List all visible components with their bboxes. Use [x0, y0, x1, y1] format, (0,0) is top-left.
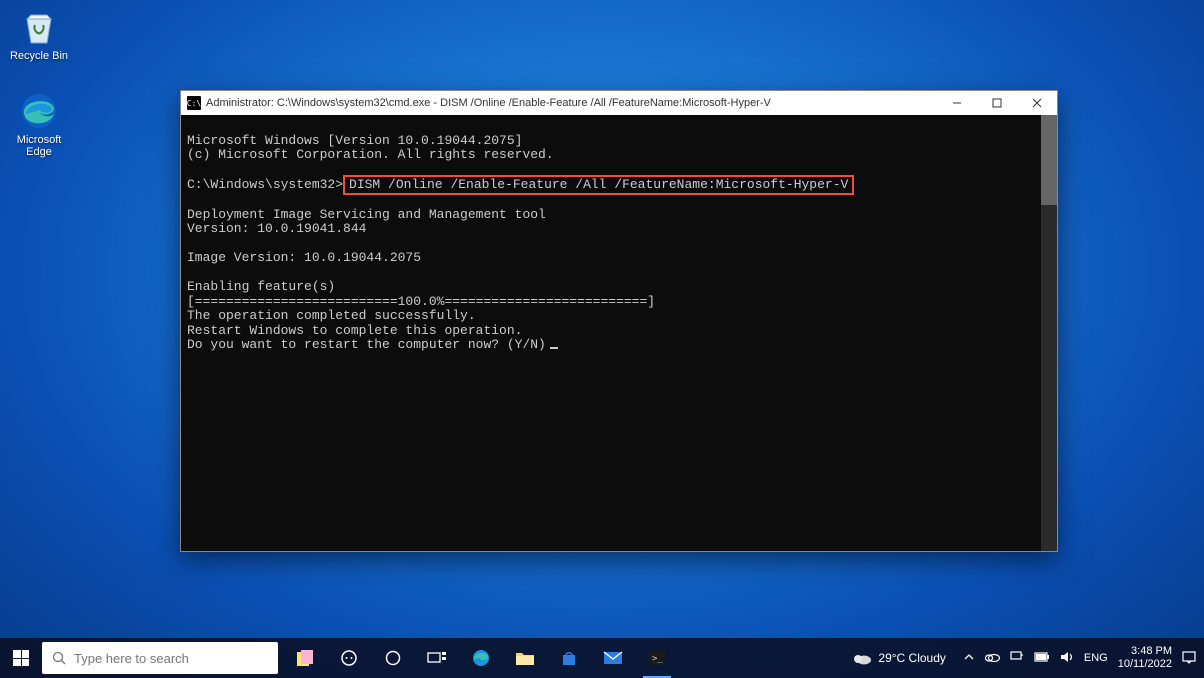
terminal-body[interactable]: Microsoft Windows [Version 10.0.19044.20… — [181, 115, 1057, 551]
desktop-icon-label: Microsoft Edge — [4, 134, 74, 158]
tray-volume-icon[interactable] — [1060, 651, 1074, 666]
recycle-bin-icon — [18, 6, 60, 48]
tray-language-icon[interactable]: ENG — [1084, 652, 1108, 664]
taskbar-search[interactable]: Type here to search — [42, 642, 278, 674]
tray-onedrive-icon[interactable] — [984, 651, 1000, 666]
highlighted-command: DISM /Online /Enable-Feature /All /Featu… — [343, 175, 854, 195]
terminal-prompt: C:\Windows\system32> — [187, 177, 343, 192]
terminal-line: Restart Windows to complete this operati… — [187, 323, 522, 338]
terminal-line: [==========================100.0%=======… — [187, 294, 655, 309]
terminal-line: Microsoft Windows [Version 10.0.19044.20… — [187, 133, 522, 148]
terminal-line: Enabling feature(s) — [187, 279, 335, 294]
terminal-line: (c) Microsoft Corporation. All rights re… — [187, 147, 554, 162]
system-tray: ENG 3:48 PM 10/11/2022 — [956, 645, 1204, 670]
clock-time: 3:48 PM — [1118, 645, 1172, 658]
taskbar-weather[interactable]: 29°C Cloudy — [852, 650, 946, 666]
taskbar-clock[interactable]: 3:48 PM 10/11/2022 — [1118, 645, 1172, 670]
terminal-line: Image Version: 10.0.19044.2075 — [187, 250, 421, 265]
taskbar: Type here to search >_ — [0, 638, 1204, 678]
taskbar-app-cortana[interactable] — [372, 638, 414, 678]
desktop-icon-label: Recycle Bin — [4, 50, 74, 62]
tray-chevron-up-icon[interactable] — [964, 652, 974, 665]
scrollbar-thumb[interactable] — [1041, 115, 1057, 205]
terminal-line: The operation completed successfully. — [187, 308, 476, 323]
terminal-line: Version: 10.0.19041.844 — [187, 221, 366, 236]
cmd-window[interactable]: C:\ Administrator: C:\Windows\system32\c… — [180, 90, 1058, 552]
taskbar-app-mail[interactable] — [592, 638, 634, 678]
desktop-icon-recycle-bin[interactable]: Recycle Bin — [4, 6, 74, 62]
tray-network-icon[interactable] — [1010, 651, 1024, 666]
start-button[interactable] — [0, 638, 42, 678]
cmd-icon: C:\ — [187, 96, 201, 110]
weather-icon — [852, 650, 872, 666]
desktop-icon-edge[interactable]: Microsoft Edge — [4, 90, 74, 158]
terminal-scrollbar[interactable] — [1041, 115, 1057, 551]
taskbar-app-edge[interactable] — [460, 638, 502, 678]
close-button[interactable] — [1017, 91, 1057, 115]
taskbar-app-taskview[interactable] — [416, 638, 458, 678]
weather-text: 29°C Cloudy — [878, 651, 946, 665]
search-placeholder: Type here to search — [74, 651, 189, 666]
window-title: Administrator: C:\Windows\system32\cmd.e… — [206, 97, 771, 109]
taskbar-app-store[interactable] — [548, 638, 590, 678]
terminal-line: Do you want to restart the computer now?… — [187, 337, 546, 352]
clock-date: 10/11/2022 — [1118, 658, 1172, 671]
windows-logo-icon — [13, 650, 29, 666]
taskbar-app-cmd[interactable]: >_ — [636, 638, 678, 678]
taskbar-app-chat[interactable] — [328, 638, 370, 678]
taskbar-app-explorer[interactable] — [504, 638, 546, 678]
minimize-button[interactable] — [937, 91, 977, 115]
tray-battery-icon[interactable] — [1034, 652, 1050, 665]
taskbar-app-notes[interactable] — [284, 638, 326, 678]
search-icon — [52, 651, 66, 665]
tray-notifications-icon[interactable] — [1182, 650, 1196, 667]
terminal-line: Deployment Image Servicing and Managemen… — [187, 207, 546, 222]
maximize-button[interactable] — [977, 91, 1017, 115]
window-titlebar[interactable]: C:\ Administrator: C:\Windows\system32\c… — [181, 91, 1057, 115]
taskbar-apps: >_ — [284, 638, 678, 678]
edge-icon — [18, 90, 60, 132]
svg-text:>_: >_ — [652, 654, 663, 664]
terminal-cursor — [550, 347, 558, 349]
